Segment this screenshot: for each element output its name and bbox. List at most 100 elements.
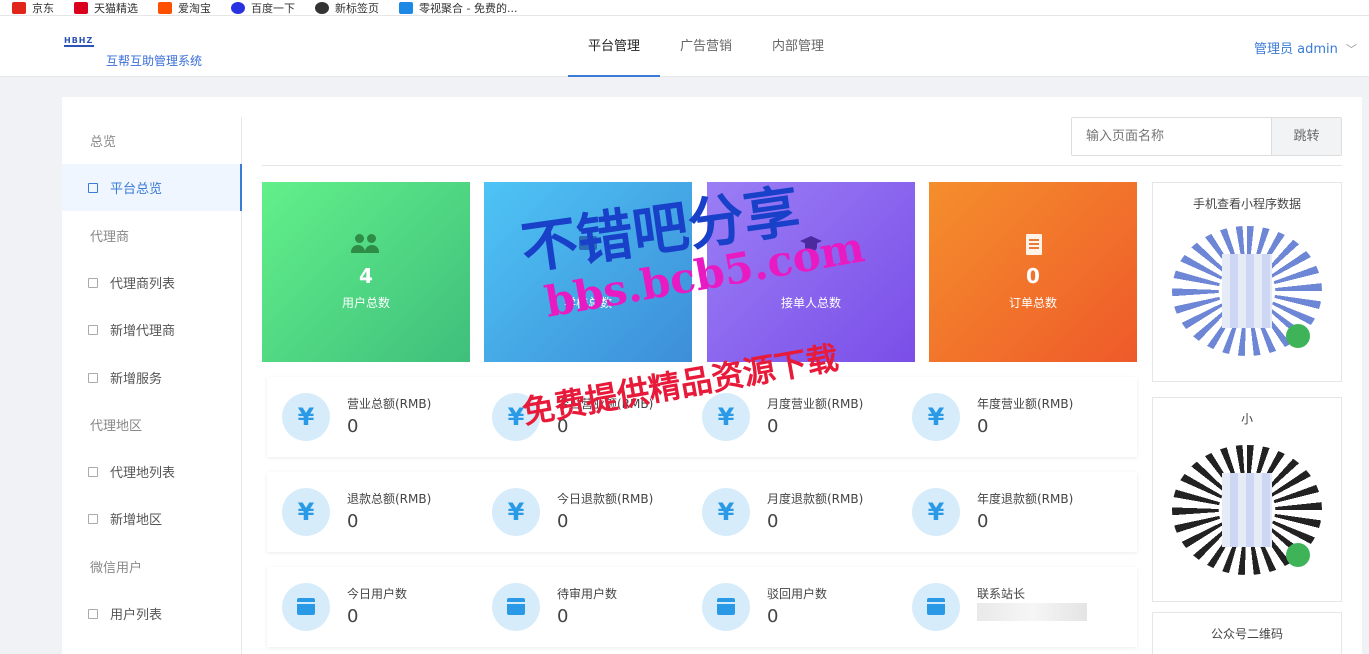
yuan-icon: ¥ bbox=[912, 488, 960, 536]
page-search-input[interactable] bbox=[1072, 118, 1271, 155]
refund-row: ¥ 退款总额(RMB) 0 ¥ 今日退款额(RMB) 0 ¥ 月度退款额(RMB) 0 ¥ 年… bbox=[267, 472, 1137, 552]
schools-count bbox=[484, 264, 692, 288]
stat-card-orders[interactable]: 0 订单总数 bbox=[929, 182, 1137, 362]
yuan-icon: ¥ bbox=[282, 393, 330, 441]
stat-card-takers[interactable]: 接单人总数 bbox=[707, 182, 915, 362]
user-name: 管理员 admin bbox=[1254, 42, 1338, 57]
video-icon bbox=[399, 1, 413, 14]
contact-admin[interactable]: 联系站长 bbox=[897, 567, 1107, 647]
stat-rejected-users[interactable]: 驳回用户数 0 bbox=[687, 567, 897, 647]
second-qr-card: 小 bbox=[1152, 397, 1342, 602]
divider bbox=[262, 165, 1342, 166]
app-header: HBHZ 互帮互助管理系统 平台管理 广告营销 内部管理 管理员 admin ﹀ bbox=[0, 16, 1369, 77]
wechat-mini-icon bbox=[1286, 324, 1310, 348]
edit-icon bbox=[88, 324, 98, 335]
bookmark-tmall[interactable]: 天猫精选 bbox=[74, 0, 138, 15]
stat-total-revenue[interactable]: ¥ 营业总额(RMB) 0 bbox=[267, 377, 477, 457]
document-icon bbox=[1018, 234, 1048, 256]
revenue-row: ¥ 营业总额(RMB) 0 ¥ 今日营业额(RMB) 0 ¥ 月度营业额(RMB) 0 ¥ 年… bbox=[267, 377, 1137, 457]
stat-card-users[interactable]: 4 用户总数 bbox=[262, 182, 470, 362]
contact-blurred bbox=[977, 603, 1087, 621]
users-icon bbox=[351, 234, 381, 256]
user-stats-row: 今日用户数 0 待审用户数 0 驳回用户数 0 联系站长 bbox=[267, 567, 1137, 647]
stat-card-schools[interactable]: 学校总数 bbox=[484, 182, 692, 362]
stat-pending-users[interactable]: 待审用户数 0 bbox=[477, 567, 687, 647]
sidebar-group-wechat: 微信用户 bbox=[90, 561, 143, 576]
stat-annual-refund[interactable]: ¥ 年度退款额(RMB) 0 bbox=[897, 472, 1107, 552]
system-name: 互帮互助管理系统 bbox=[106, 54, 203, 68]
bookmark-video[interactable]: 零视聚合 - 免费的... bbox=[399, 0, 517, 15]
tab-platform[interactable]: 平台管理 bbox=[568, 16, 661, 77]
sidebar-item-add-agent[interactable]: 新增代理商 bbox=[62, 306, 242, 353]
takers-label: 接单人总数 bbox=[780, 296, 841, 310]
wechat-mini-icon bbox=[1286, 543, 1310, 567]
orders-label: 订单总数 bbox=[1008, 296, 1057, 310]
tmall-icon bbox=[74, 1, 88, 14]
bookmarks-bar: 京东 天猫精选 爱淘宝 百度一下 新标签页 零视聚合 - 免费的... bbox=[0, 0, 1369, 16]
sidebar: 总览 平台总览 代理商 代理商列表 新增代理商 新增服务 代理地区 代理地列表 … bbox=[62, 117, 242, 654]
sidebar-item-platform-overview[interactable]: 平台总览 bbox=[62, 164, 242, 211]
mini-program-qr-title: 手机查看小程序数据 bbox=[1192, 197, 1301, 211]
sidebar-item-add-region[interactable]: 新增地区 bbox=[62, 495, 242, 542]
official-account-title: 公众号二维码 bbox=[1210, 627, 1283, 641]
stat-today-refund[interactable]: ¥ 今日退款额(RMB) 0 bbox=[477, 472, 687, 552]
stat-monthly-refund[interactable]: ¥ 月度退款额(RMB) 0 bbox=[687, 472, 897, 552]
bookmark-newtab[interactable]: 新标签页 bbox=[315, 0, 379, 15]
school-icon bbox=[573, 234, 603, 256]
yuan-icon: ¥ bbox=[492, 488, 540, 536]
yuan-icon: ¥ bbox=[702, 393, 750, 441]
baidu-paw-icon bbox=[231, 1, 245, 14]
sidebar-item-agent-list[interactable]: 代理商列表 bbox=[62, 259, 242, 306]
yuan-icon: ¥ bbox=[492, 393, 540, 441]
edit-icon bbox=[88, 513, 98, 524]
schools-label: 学校总数 bbox=[563, 296, 612, 310]
users-label: 用户总数 bbox=[341, 296, 390, 310]
yuan-icon: ¥ bbox=[702, 488, 750, 536]
calendar-icon bbox=[88, 277, 98, 288]
mini-program-qr-code bbox=[1172, 226, 1322, 356]
tab-ad-marketing[interactable]: 广告营销 bbox=[660, 16, 752, 77]
top-nav: 平台管理 广告营销 内部管理 bbox=[568, 16, 844, 77]
calendar-icon bbox=[702, 583, 750, 631]
calendar-icon bbox=[282, 583, 330, 631]
chart-icon bbox=[88, 608, 98, 619]
stat-monthly-revenue[interactable]: ¥ 月度营业额(RMB) 0 bbox=[687, 377, 897, 457]
official-account-qr-card: 公众号二维码 bbox=[1152, 612, 1342, 654]
bookmark-baidu[interactable]: 百度一下 bbox=[231, 0, 295, 15]
jd-icon bbox=[12, 1, 26, 14]
orders-count: 0 bbox=[1026, 264, 1040, 288]
sidebar-group-overview: 总览 bbox=[90, 135, 117, 150]
chart-icon bbox=[88, 182, 98, 193]
jump-button[interactable]: 跳转 bbox=[1271, 118, 1341, 155]
page-search: 跳转 bbox=[1071, 117, 1342, 156]
sidebar-item-user-list[interactable]: 用户列表 bbox=[62, 590, 242, 637]
yuan-icon: ¥ bbox=[912, 393, 960, 441]
user-menu[interactable]: 管理员 admin ﹀ bbox=[1254, 38, 1357, 57]
stat-annual-revenue[interactable]: ¥ 年度营业额(RMB) 0 bbox=[897, 377, 1107, 457]
stat-total-refund[interactable]: ¥ 退款总额(RMB) 0 bbox=[267, 472, 477, 552]
taobao-icon bbox=[158, 1, 172, 14]
main-panel: 总览 平台总览 代理商 代理商列表 新增代理商 新增服务 代理地区 代理地列表 … bbox=[62, 97, 1362, 654]
stat-today-revenue[interactable]: ¥ 今日营业额(RMB) 0 bbox=[477, 377, 687, 457]
calendar-icon bbox=[492, 583, 540, 631]
edit-icon bbox=[88, 372, 98, 383]
users-count: 4 bbox=[359, 264, 373, 288]
calendar-icon bbox=[912, 583, 960, 631]
second-qr-title: 小 bbox=[1240, 412, 1253, 426]
chevron-down-icon: ﹀ bbox=[1345, 43, 1357, 56]
sidebar-group-agent: 代理商 bbox=[90, 230, 130, 245]
sidebar-group-region: 代理地区 bbox=[90, 419, 143, 434]
second-qr-code bbox=[1172, 445, 1322, 575]
bookmark-jd[interactable]: 京东 bbox=[12, 0, 54, 15]
stat-today-users[interactable]: 今日用户数 0 bbox=[267, 567, 477, 647]
mini-program-qr-card: 手机查看小程序数据 bbox=[1152, 182, 1342, 382]
yuan-icon: ¥ bbox=[282, 488, 330, 536]
tab-internal[interactable]: 内部管理 bbox=[752, 16, 844, 77]
bookmark-taobao[interactable]: 爱淘宝 bbox=[158, 0, 211, 15]
sidebar-item-add-service[interactable]: 新增服务 bbox=[62, 354, 242, 401]
takers-count bbox=[707, 264, 915, 288]
logo-mark: HBHZ bbox=[64, 36, 94, 47]
sidebar-item-region-list[interactable]: 代理地列表 bbox=[62, 448, 242, 495]
graduation-cap-icon bbox=[796, 234, 826, 256]
calendar-icon bbox=[88, 466, 98, 477]
